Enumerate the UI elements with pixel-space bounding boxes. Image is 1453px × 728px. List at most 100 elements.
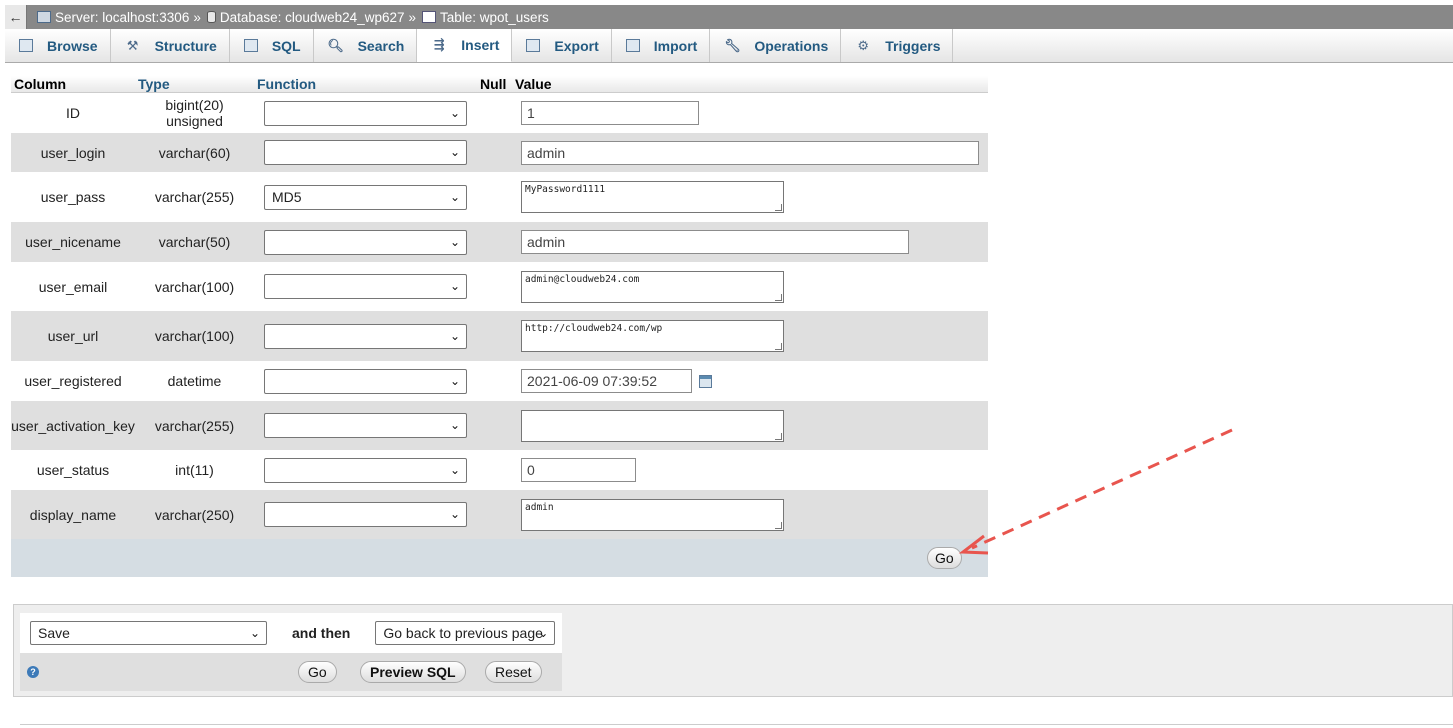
table-row: user_activation_key varchar(255) ⌄ xyxy=(11,401,988,450)
chevron-down-icon: ⌄ xyxy=(449,328,460,343)
preview-sql-button[interactable]: Preview SQL xyxy=(360,661,466,683)
and-then-label: and then xyxy=(292,625,351,641)
go-button-bottom[interactable]: Go xyxy=(298,661,337,683)
column-name: user_nicename xyxy=(25,234,121,250)
after-insert-select[interactable]: Go back to previous page ⌄ xyxy=(375,621,556,645)
tab-bar: Browse ⚒ Structure SQL 🔍︎ Search ⇶ Insert E… xyxy=(5,29,1453,63)
column-type: varchar(60) xyxy=(158,144,231,161)
column-name: display_name xyxy=(29,506,117,523)
tab-import[interactable]: Import xyxy=(612,29,711,62)
datetime-input[interactable]: 2021-06-09 07:39:52 xyxy=(521,369,692,393)
table-row: user_url varchar(100) ⌄ http://cloudweb2… xyxy=(11,311,988,361)
column-name: user_status xyxy=(36,462,110,478)
function-select[interactable]: ⌄ xyxy=(264,413,467,438)
breadcrumb-server[interactable]: Server: localhost:3306 » xyxy=(37,10,201,25)
table-icon xyxy=(422,11,436,23)
value-textarea[interactable]: MyPassword1111 xyxy=(521,181,784,213)
tab-browse[interactable]: Browse xyxy=(5,29,111,62)
search-icon: 🔍︎ xyxy=(327,37,344,53)
function-select[interactable]: MD5 ⌄ xyxy=(264,184,467,210)
tab-search[interactable]: 🔍︎ Search xyxy=(314,29,418,62)
function-select[interactable]: ⌄ xyxy=(264,502,467,527)
breadcrumb-server-label: Server: localhost:3306 xyxy=(55,9,190,25)
header-null: Null xyxy=(480,76,507,92)
divider xyxy=(20,724,1453,725)
value-input[interactable]: admin xyxy=(521,230,909,254)
value-input[interactable]: admin xyxy=(521,140,979,165)
column-type: int(11) xyxy=(175,462,214,478)
value-input[interactable]: 1 xyxy=(521,101,699,125)
value-input[interactable]: 0 xyxy=(521,458,636,482)
resize-grip-icon[interactable] xyxy=(775,204,782,211)
tab-operations[interactable]: 🔧︎ Operations xyxy=(710,29,842,62)
triggers-icon: ⚙ xyxy=(857,37,870,53)
browse-icon xyxy=(19,39,33,52)
grid-header: Column Type Function Null Value xyxy=(11,76,988,93)
breadcrumb-separator: » xyxy=(408,9,416,25)
column-type: bigint(20) unsigned xyxy=(165,97,224,129)
function-select[interactable]: ⌄ xyxy=(264,368,467,394)
column-type: varchar(255) xyxy=(154,417,235,434)
function-select[interactable]: ⌄ xyxy=(264,229,467,255)
table-row: user_pass varchar(255) MD5 ⌄ MyPassword11… xyxy=(11,172,988,222)
help-icon[interactable]: ? xyxy=(27,666,39,678)
chevron-down-icon: ⌄ xyxy=(449,234,460,249)
function-select[interactable]: ⌄ xyxy=(264,457,467,483)
breadcrumb-database-label: Database: cloudweb24_wp627 xyxy=(219,9,405,25)
table-row: display_name varchar(250) ⌄ admin xyxy=(11,490,988,539)
save-mode-select[interactable]: Save ⌄ xyxy=(30,621,267,645)
header-column: Column xyxy=(14,76,67,92)
table-row: ID bigint(20) unsigned ⌄ 1 xyxy=(11,93,988,133)
resize-grip-icon[interactable] xyxy=(775,343,782,350)
function-select[interactable]: ⌄ xyxy=(264,323,467,349)
column-name: ID xyxy=(66,105,80,121)
grid-footer: Go xyxy=(11,539,988,577)
import-icon xyxy=(625,39,640,52)
value-textarea[interactable]: admin@cloudweb24.com xyxy=(521,270,784,303)
column-name: user_url xyxy=(47,328,99,344)
value-textarea[interactable] xyxy=(521,409,784,442)
column-name: user_activation_key xyxy=(11,417,135,434)
tab-sql[interactable]: SQL xyxy=(230,29,314,62)
tab-structure[interactable]: ⚒ Structure xyxy=(111,29,230,62)
header-value: Value xyxy=(515,76,552,92)
sql-icon xyxy=(243,39,258,52)
breadcrumb-separator: » xyxy=(193,9,201,25)
resize-grip-icon[interactable] xyxy=(775,521,782,529)
resize-grip-icon[interactable] xyxy=(775,432,782,440)
breadcrumb-database[interactable]: Database: cloudweb24_wp627 » xyxy=(206,9,416,25)
column-name: user_login xyxy=(40,144,106,161)
table-row: user_status int(11) ⌄ 0 xyxy=(11,450,988,490)
tab-insert[interactable]: ⇶ Insert xyxy=(417,29,513,62)
chevron-down-icon: ⌄ xyxy=(449,373,460,388)
chevron-down-icon: ⌄ xyxy=(449,462,460,477)
wrench-icon: 🔧︎ xyxy=(724,37,741,53)
reset-button[interactable]: Reset xyxy=(485,661,542,683)
resize-grip-icon[interactable] xyxy=(775,293,782,301)
tab-export[interactable]: Export xyxy=(512,29,612,62)
function-select[interactable]: ⌄ xyxy=(264,100,467,126)
value-textarea[interactable]: http://cloudweb24.com/wp xyxy=(521,320,784,352)
chevron-down-icon: ⌄ xyxy=(449,105,460,120)
header-function[interactable]: Function xyxy=(254,76,477,92)
breadcrumb-table[interactable]: Table: wpot_users xyxy=(422,10,549,25)
calendar-icon[interactable] xyxy=(699,374,712,388)
value-textarea[interactable]: admin xyxy=(521,498,784,531)
insert-grid: Column Type Function Null Value ID bigin… xyxy=(11,76,988,577)
back-arrow-button[interactable]: ← xyxy=(5,5,27,29)
column-type: varchar(255) xyxy=(154,189,235,205)
function-select[interactable]: ⌄ xyxy=(264,274,467,299)
go-button[interactable]: Go xyxy=(927,547,962,569)
tab-triggers[interactable]: ⚙ Triggers xyxy=(841,29,954,62)
column-name: user_email xyxy=(38,278,108,295)
function-select[interactable]: ⌄ xyxy=(264,140,467,165)
chevron-down-icon: ⌄ xyxy=(449,145,460,159)
header-type[interactable]: Type xyxy=(135,76,254,92)
table-row: user_nicename varchar(50) ⌄ admin xyxy=(11,222,988,262)
chevron-down-icon: ⌄ xyxy=(449,279,460,293)
export-icon xyxy=(526,39,541,52)
database-icon xyxy=(206,11,216,23)
column-name: user_registered xyxy=(24,373,122,389)
chevron-down-icon: ⌄ xyxy=(449,418,460,432)
column-type: datetime xyxy=(167,373,222,389)
